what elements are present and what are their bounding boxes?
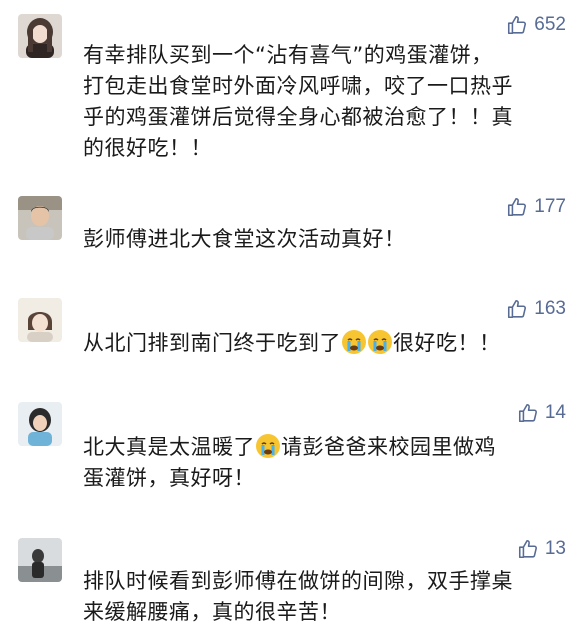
- like-count: 14: [544, 402, 566, 423]
- avatar[interactable]: [18, 402, 62, 446]
- comment-line: 蛋灌饼，真好呀！: [83, 466, 255, 490]
- comment-line: 从北门排到南门终于吃到了 很好吃！！: [83, 328, 563, 359]
- like-count: 13: [544, 538, 566, 559]
- thumbs-up-icon: [506, 196, 528, 218]
- user-avatar-icon: [18, 196, 62, 240]
- avatar[interactable]: [18, 298, 62, 342]
- comment-line: 打包走出食堂时外面冷风呼啸，咬了一口热乎: [83, 74, 513, 98]
- user-avatar-icon: [18, 14, 62, 58]
- comment-line: 有幸排队买到一个“沾有喜气”的鸡蛋灌饼，: [83, 43, 493, 67]
- thumbs-up-icon: [517, 402, 539, 424]
- comment-line: 北大真是太温暖了 请彭爸爸来校园里做鸡: [83, 432, 563, 463]
- like-count: 163: [534, 298, 566, 319]
- like-button[interactable]: 13: [517, 538, 566, 560]
- like-count: 652: [534, 14, 566, 35]
- like-count: 177: [534, 196, 566, 217]
- like-button[interactable]: 14: [517, 402, 566, 424]
- comment-text: 从北门排到南门终于吃到了 很好吃！！: [83, 328, 563, 359]
- crying-face-icon: [255, 433, 281, 459]
- comment-text-segment: 从北门排到南门终于吃到了: [83, 331, 341, 355]
- comment-text: 彭师傅进北大食堂这次活动真好！: [83, 224, 563, 255]
- user-avatar-icon: [18, 402, 62, 446]
- avatar[interactable]: [18, 196, 62, 240]
- user-avatar-icon: [18, 538, 62, 582]
- comment-line: 彭师傅进北大食堂这次活动真好！: [83, 227, 406, 251]
- comment-line: 来缓解腰痛，真的很辛苦！: [83, 600, 341, 624]
- comment-text: 北大真是太温暖了 请彭爸爸来校园里做鸡 蛋灌饼，真好呀！: [83, 432, 563, 494]
- comment-text: 排队时候看到彭师傅在做饼的间隙，双手撑桌 来缓解腰痛，真的很辛苦！: [83, 566, 563, 628]
- crying-face-icon: [367, 329, 393, 355]
- thumbs-up-icon: [506, 298, 528, 320]
- comment-line: 排队时候看到彭师傅在做饼的间隙，双手撑桌: [83, 569, 513, 593]
- user-avatar-icon: [18, 298, 62, 342]
- comment-line: 的很好吃！！: [83, 136, 212, 160]
- thumbs-up-icon: [506, 14, 528, 36]
- avatar[interactable]: [18, 538, 62, 582]
- comment-text-segment: 请彭爸爸来校园里做鸡: [281, 435, 496, 459]
- comment-text: 有幸排队买到一个“沾有喜气”的鸡蛋灌饼， 打包走出食堂时外面冷风呼啸，咬了一口热…: [83, 40, 563, 164]
- crying-face-icon: [341, 329, 367, 355]
- comment-text-segment: 很好吃！！: [393, 331, 501, 355]
- like-button[interactable]: 177: [506, 196, 566, 218]
- thumbs-up-icon: [517, 538, 539, 560]
- comment-text-segment: 北大真是太温暖了: [83, 435, 255, 459]
- comment-line: 乎的鸡蛋灌饼后觉得全身心都被治愈了！！真: [83, 105, 513, 129]
- like-button[interactable]: 652: [506, 14, 566, 36]
- like-button[interactable]: 163: [506, 298, 566, 320]
- avatar[interactable]: [18, 14, 62, 58]
